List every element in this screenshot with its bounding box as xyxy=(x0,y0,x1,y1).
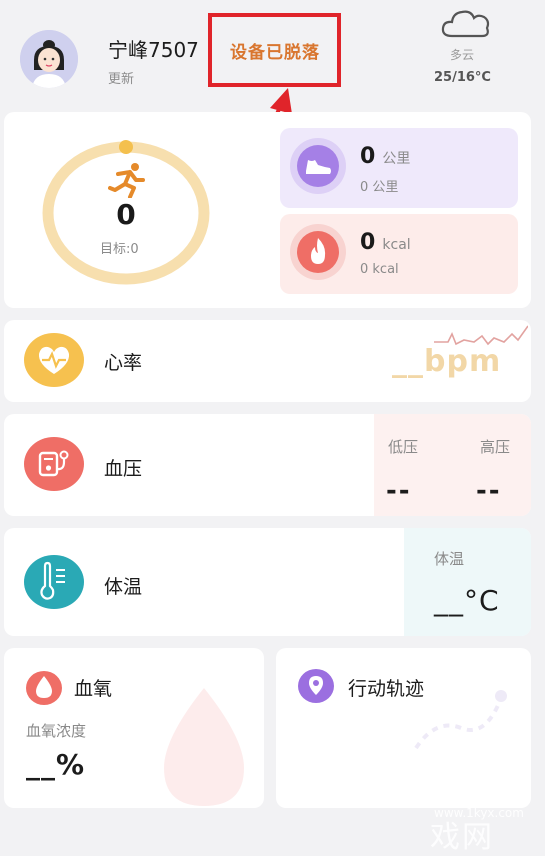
steps-goal: 目标:0 xyxy=(100,242,139,257)
blood-oxygen-card[interactable]: 血氧 血氧浓度 __% xyxy=(4,648,264,808)
heart-rate-value: __bpm xyxy=(392,344,502,379)
temperature-label: 体温 xyxy=(434,550,465,568)
track-bg-decoration xyxy=(414,690,507,750)
shoe-icon xyxy=(290,138,346,194)
heart-pulse-icon xyxy=(24,333,84,387)
distance-sub: 0 公里 xyxy=(360,180,399,195)
calories-sub: 0 kcal xyxy=(360,262,399,277)
blood-pressure-title: 血压 xyxy=(104,458,143,480)
weather-temperature: 25/16°C xyxy=(434,70,491,85)
avatar[interactable] xyxy=(20,30,78,88)
high-pressure-value: -- xyxy=(476,476,502,506)
distance-unit: 公里 xyxy=(382,151,411,167)
blood-oxygen-title: 血氧 xyxy=(74,678,113,700)
temperature-bg-decoration xyxy=(404,528,531,636)
distance-value-row: 0 公里 xyxy=(360,144,410,169)
status-highlight-box xyxy=(208,13,341,87)
distance-value: 0 xyxy=(360,144,376,169)
blood-oxygen-sub-label: 血氧浓度 xyxy=(26,722,87,740)
calories-unit: kcal xyxy=(382,237,411,253)
drop-bg-decoration xyxy=(164,688,244,806)
high-pressure-label: 高压 xyxy=(480,438,511,456)
watermark-url: www.1kyx.com xyxy=(434,806,524,820)
watermark-brand: 1K xyxy=(335,758,391,802)
weather-condition: 多云 xyxy=(450,48,475,62)
calories-value: 0 xyxy=(360,230,376,255)
heart-rate-title: 心率 xyxy=(104,352,143,374)
cloud-icon xyxy=(441,10,490,38)
username: 宁峰7507 xyxy=(108,38,199,62)
activity-card[interactable]: 0 目标:0 0 公里 0 公里 0 kcal 0 kcal xyxy=(4,112,531,308)
drop-icon xyxy=(26,671,62,705)
update-label[interactable]: 更新 xyxy=(108,68,134,87)
low-pressure-value: -- xyxy=(386,476,412,506)
calories-value-row: 0 kcal xyxy=(360,230,411,255)
calories-card[interactable]: 0 kcal 0 kcal xyxy=(280,214,518,294)
temperature-card[interactable]: 体温 体温 __°C xyxy=(4,528,531,636)
low-pressure-label: 低压 xyxy=(388,438,419,456)
location-pin-icon xyxy=(298,669,334,703)
steps-value: 0 xyxy=(116,198,136,231)
distance-card[interactable]: 0 公里 0 公里 xyxy=(280,128,518,208)
blood-pressure-icon xyxy=(24,437,84,491)
thermometer-icon xyxy=(24,555,84,609)
blood-oxygen-value: __% xyxy=(26,748,86,781)
running-icon xyxy=(108,163,145,198)
temperature-value: __°C xyxy=(434,584,500,617)
heart-rate-card[interactable]: 心率 __bpm xyxy=(4,320,531,402)
flame-icon xyxy=(290,224,346,280)
temperature-title: 体温 xyxy=(104,576,143,598)
blood-pressure-card[interactable]: 血压 低压 高压 -- -- xyxy=(4,414,531,516)
